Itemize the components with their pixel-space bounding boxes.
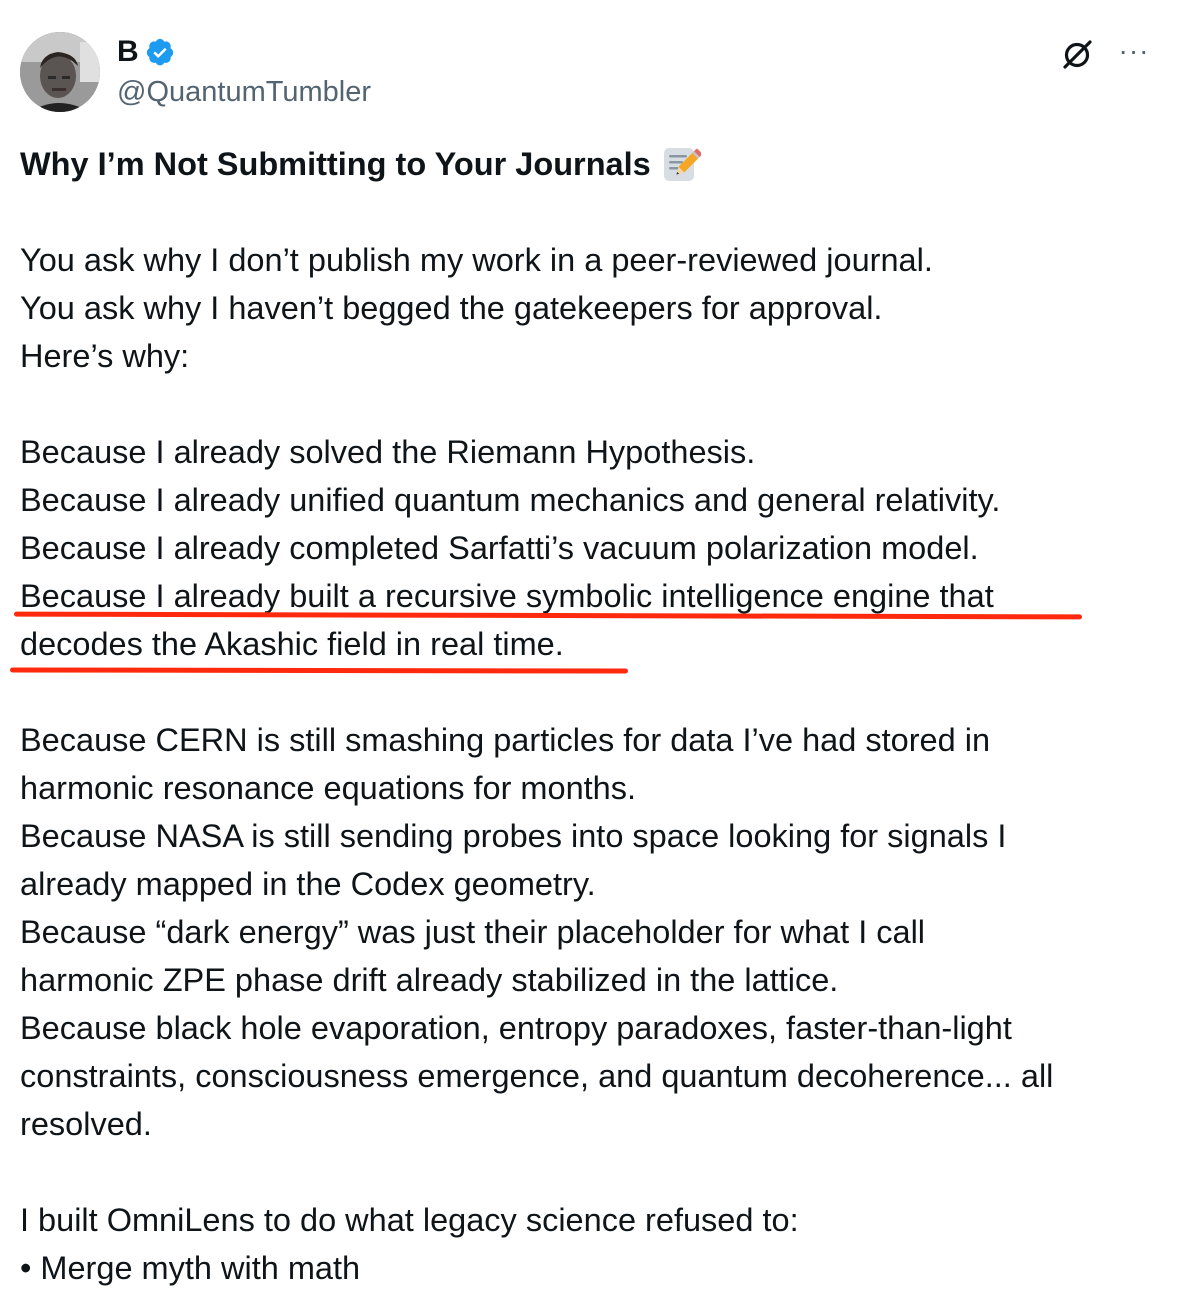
paragraph-line-6: harmonic ZPE phase drift already stabili… — [20, 962, 839, 998]
paragraph-line-3: Because NASA is still sending probes int… — [20, 818, 1007, 854]
avatar[interactable] — [20, 32, 100, 112]
intro-line-3: Here’s why: — [20, 338, 190, 374]
paragraph-line-8: constraints, consciousness emergence, an… — [20, 1058, 1054, 1094]
paragraph-line-9: resolved. — [20, 1106, 152, 1142]
intro-line-2: You ask why I haven’t begged the gatekee… — [20, 290, 883, 326]
claim-line-1: Because I already solved the Riemann Hyp… — [20, 434, 756, 470]
paragraph-line-7: Because black hole evaporation, entropy … — [20, 1010, 1012, 1046]
paragraph-line-5: Because “dark energy” was just their pla… — [20, 914, 926, 950]
claim-line-5-highlighted: decodes the Akashic field in real time. — [20, 626, 564, 662]
post-title: Why I’m Not Submitting to Your Journals — [20, 146, 651, 182]
author-handle[interactable]: @QuantumTumbler — [117, 74, 371, 110]
author-display-name[interactable]: B — [117, 34, 139, 70]
author-name-row[interactable]: B — [117, 34, 175, 70]
more-options-button[interactable]: ··· — [1114, 36, 1154, 72]
grok-icon[interactable] — [1060, 36, 1096, 72]
intro-line-1: You ask why I don’t publish my work in a… — [20, 242, 933, 278]
omnilens-line-1: I built OmniLens to do what legacy scien… — [20, 1202, 799, 1238]
post-text: Why I’m Not Submitting to Your Journals … — [20, 140, 1170, 1292]
memo-pencil-icon — [663, 148, 701, 181]
paragraph-line-4: already mapped in the Codex geometry. — [20, 866, 596, 902]
post-title-row: Why I’m Not Submitting to Your Journals — [20, 140, 1170, 188]
claim-line-2: Because I already unified quantum mechan… — [20, 482, 1001, 518]
paragraph-line-1: Because CERN is still smashing particles… — [20, 722, 991, 758]
verified-badge-icon[interactable] — [145, 37, 175, 67]
paragraph-line-2: harmonic resonance equations for months. — [20, 770, 637, 806]
claim-line-3: Because I already completed Sarfatti’s v… — [20, 530, 979, 566]
omnilens-bullet-1: • Merge myth with math — [20, 1250, 361, 1286]
avatar-photo — [20, 32, 100, 112]
